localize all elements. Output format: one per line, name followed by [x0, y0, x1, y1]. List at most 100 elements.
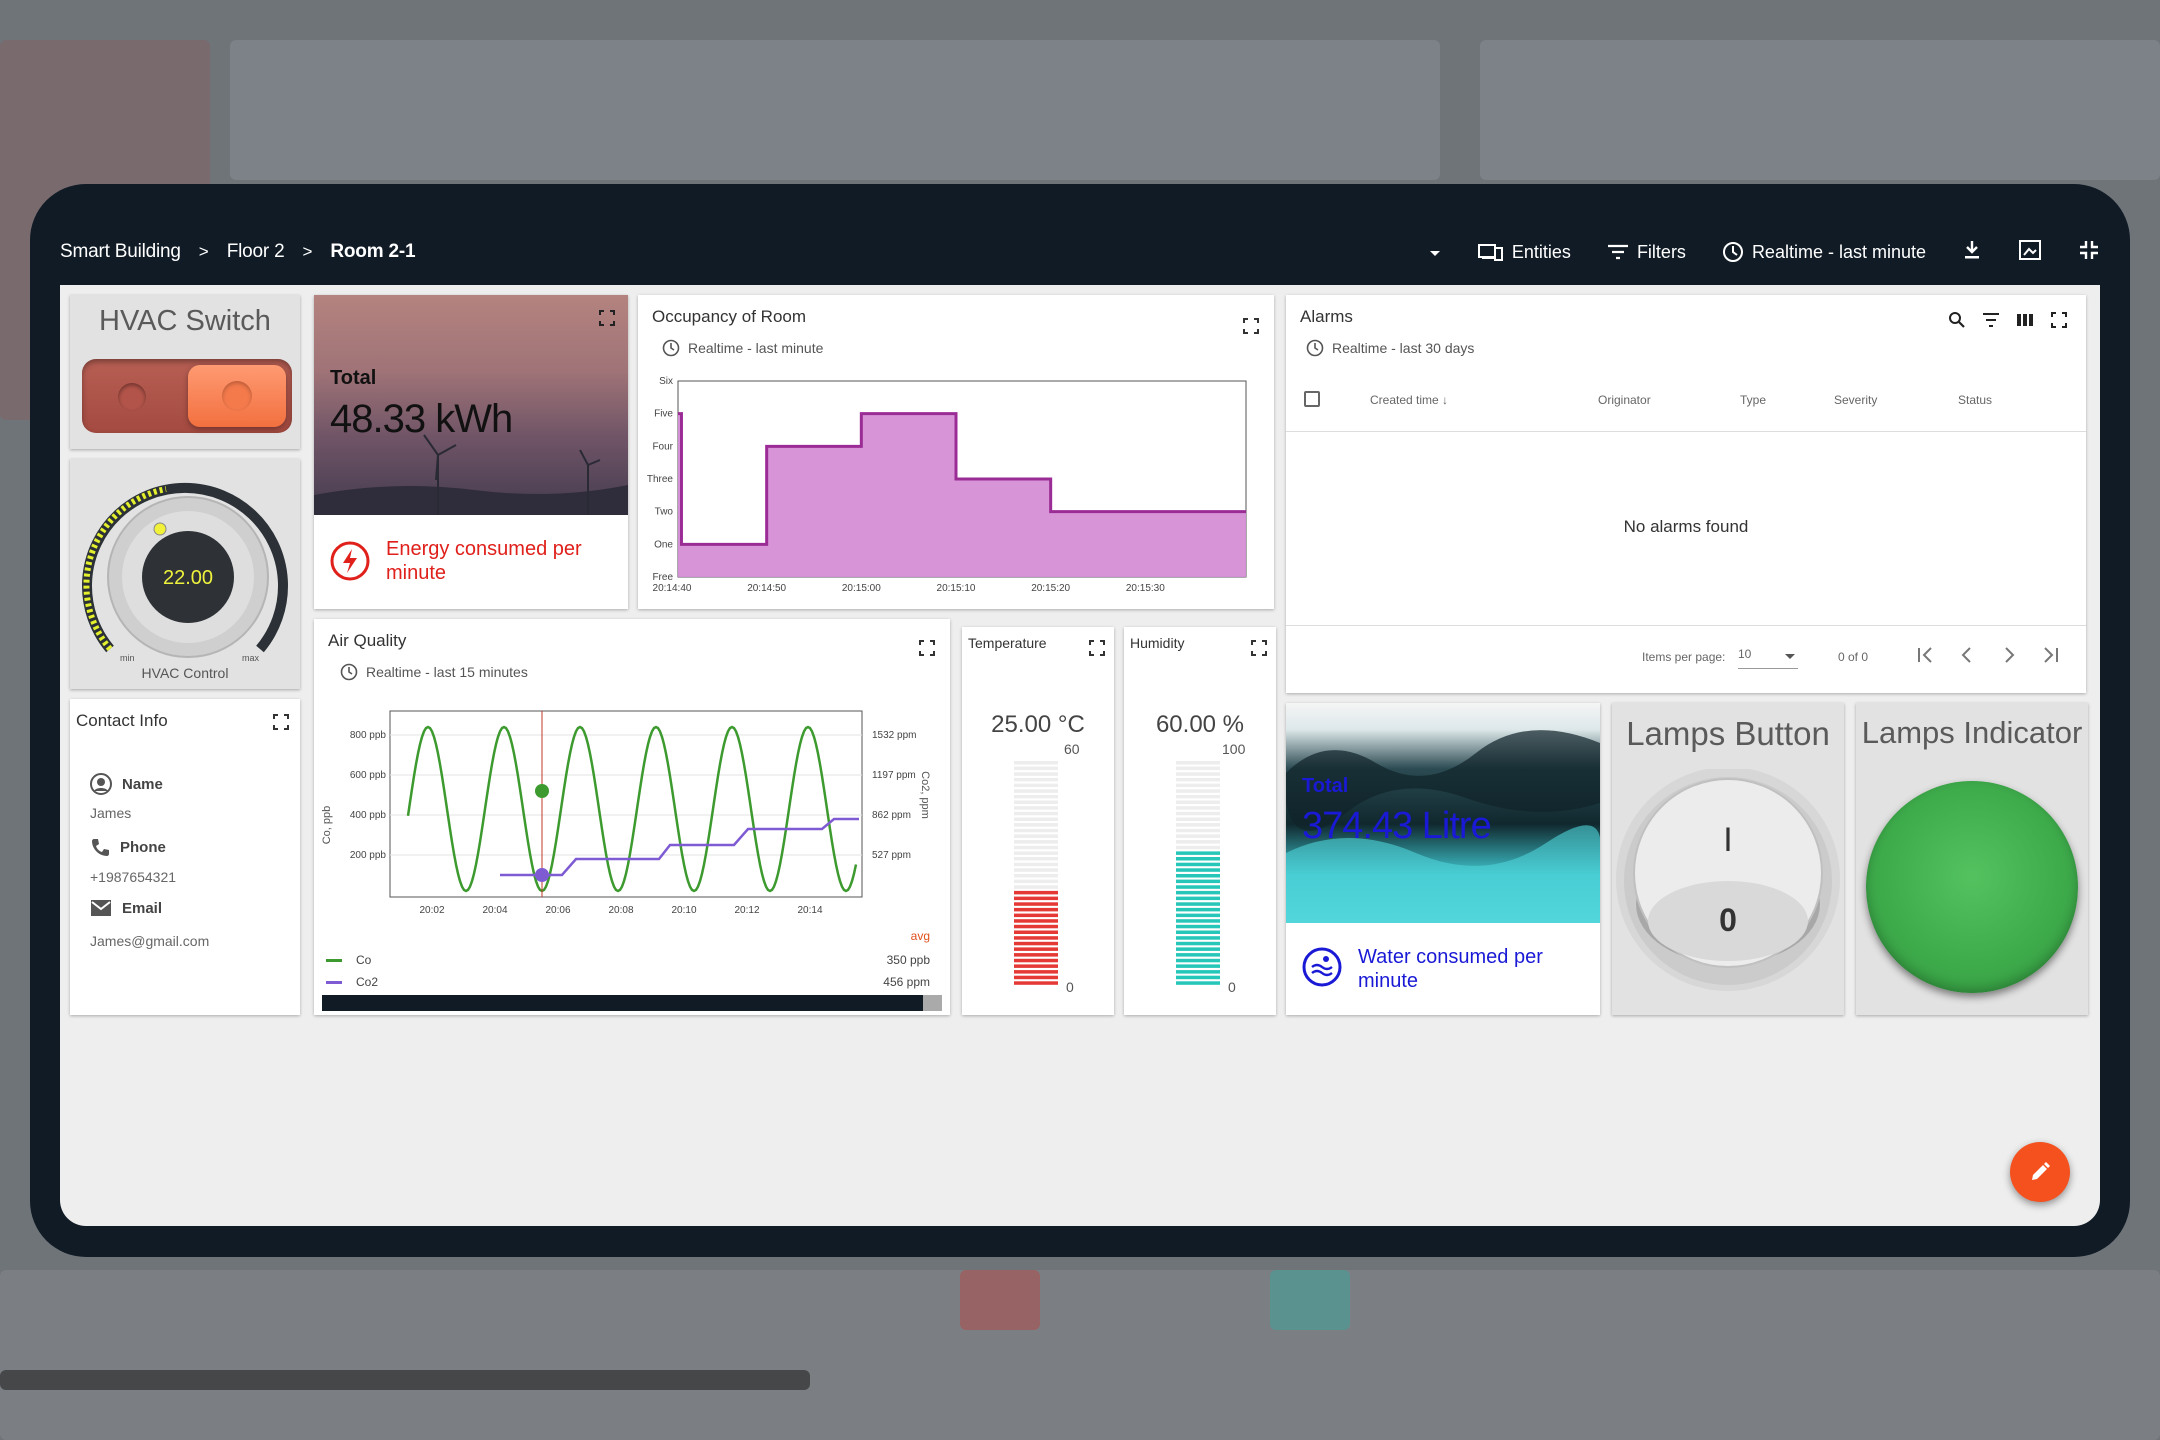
dashboard-frame: Smart Building > Floor 2 > Room 2-1 Enti… — [30, 184, 2130, 1257]
gauge-bar-filled — [1014, 958, 1058, 963]
phone-icon — [92, 839, 109, 856]
gauge-bar-empty — [1014, 783, 1058, 788]
y-tick-label: 400 ppb — [350, 810, 387, 821]
gauge-bar-empty — [1014, 834, 1058, 838]
column-created-time[interactable]: Created time ↓ — [1370, 393, 1448, 407]
avg-label: avg — [910, 929, 930, 943]
gauge-bar-empty — [1014, 823, 1058, 827]
exit-fullscreen-icon[interactable] — [2078, 239, 2100, 266]
lamps-button-title: Lamps Button — [1626, 715, 1830, 752]
gauge-bar-empty — [1014, 862, 1058, 867]
x-tick-label: 20:14:40 — [653, 583, 692, 594]
next-page-icon[interactable] — [2000, 645, 2018, 665]
edit-button[interactable] — [2010, 1142, 2070, 1202]
breadcrumb-floor[interactable]: Floor 2 — [227, 241, 285, 263]
breadcrumb-separator: > — [198, 242, 209, 261]
header-divider — [1286, 431, 2086, 432]
gauge-bar-empty — [1014, 806, 1058, 810]
legend-item-co[interactable]: Co 350 ppb — [326, 949, 930, 971]
gauge-bar-filled — [1014, 981, 1058, 985]
select-all-checkbox[interactable] — [1304, 391, 1320, 407]
y-tick-label: 200 ppb — [350, 850, 387, 861]
breadcrumb-smart-building[interactable]: Smart Building — [60, 241, 181, 263]
column-originator[interactable]: Originator — [1598, 393, 1651, 407]
gauge-bar-filled — [1176, 970, 1220, 974]
lamps-rocker-switch[interactable]: I 0 — [1612, 769, 1844, 1009]
dropdown-arrow-icon[interactable] — [1428, 242, 1442, 263]
export-image-icon[interactable] — [2018, 239, 2042, 266]
occupancy-timewindow: Realtime - last minute — [662, 339, 823, 357]
fullscreen-icon[interactable] — [2050, 311, 2068, 329]
clock-icon — [1306, 339, 1324, 357]
gauge-bar-filled — [1176, 924, 1220, 929]
filters-button[interactable]: Filters — [1607, 242, 1686, 263]
gauge-bar-filled — [1176, 885, 1220, 889]
scrollbar-thumb[interactable] — [322, 995, 924, 1011]
hvac-toggle-switch[interactable] — [82, 359, 292, 433]
gauge-bar-empty — [1176, 789, 1220, 793]
contact-info-title: Contact Info — [76, 711, 168, 730]
timeline-scrollbar[interactable] — [322, 995, 942, 1011]
fullscreen-icon[interactable] — [272, 713, 290, 731]
gauge-bar-empty — [1014, 772, 1058, 776]
entities-button[interactable]: Entities — [1477, 242, 1571, 263]
gauge-bar-empty — [1176, 811, 1220, 816]
energy-total-label: Total — [330, 367, 377, 389]
lamps-button-widget: Lamps Button I 0 — [1612, 703, 1844, 1015]
column-status[interactable]: Status — [1958, 393, 1992, 407]
gauge-bar-filled — [1176, 936, 1220, 940]
y2-tick-label: 527 ppm — [872, 850, 911, 861]
alarms-empty-text: No alarms found — [1623, 517, 1749, 536]
air-quality-chart: 200 ppb 400 ppb 600 ppb 800 ppb 527 ppm 862 p… — [321, 710, 931, 916]
hvac-knob[interactable]: 22.00 min max HVAC Control — [70, 459, 300, 689]
y2-axis-label: Co2, ppm — [919, 771, 931, 819]
gauge-bar-filled — [1176, 907, 1220, 912]
temperature-value: 25.00 °C — [991, 711, 1085, 738]
clock-icon — [662, 339, 680, 357]
last-page-icon[interactable] — [2042, 645, 2060, 665]
alarms-widget: Alarms Realtime - last 30 days Created t… — [1286, 295, 2086, 693]
gauge-bar-filled — [1176, 964, 1220, 968]
x-tick-label: 20:10 — [671, 905, 696, 916]
gauge-bar-empty — [1014, 828, 1058, 833]
email-label: Email — [122, 899, 163, 917]
legend-name: Co — [356, 953, 372, 967]
gauge-bar-filled — [1014, 924, 1058, 929]
x-tick-label: 20:15:30 — [1126, 583, 1165, 594]
fullscreen-icon[interactable] — [1242, 317, 1260, 335]
x-tick-label: 20:02 — [419, 905, 444, 916]
gauge-bar-filled — [1176, 981, 1220, 985]
contact-info-widget: Contact Info Name James Phone +198765432… — [70, 699, 300, 1015]
gauge-bar-empty — [1176, 772, 1220, 776]
humidity-max-label: 100 — [1222, 741, 1246, 757]
previous-page-icon[interactable] — [1958, 645, 1976, 665]
gauge-bar-filled — [1014, 953, 1058, 957]
column-severity[interactable]: Severity — [1834, 393, 1877, 407]
temperature-title: Temperature — [968, 635, 1047, 651]
search-icon[interactable] — [1948, 311, 1966, 329]
lightning-icon — [330, 541, 370, 581]
temperature-max-label: 60 — [1064, 741, 1080, 757]
columns-icon[interactable] — [2016, 311, 2034, 329]
y-tick-label: Three — [647, 474, 674, 485]
first-page-icon[interactable] — [1916, 645, 1934, 665]
items-per-page-select[interactable]: 10 — [1738, 647, 1798, 669]
filter-icon[interactable] — [1982, 311, 2000, 329]
fullscreen-icon[interactable] — [1250, 639, 1268, 657]
fullscreen-icon[interactable] — [598, 309, 616, 327]
x-tick-label: 20:12 — [734, 905, 759, 916]
timewindow-button[interactable]: Realtime - last minute — [1722, 241, 1926, 263]
fullscreen-icon[interactable] — [1088, 639, 1106, 657]
gauge-bar-empty — [1176, 783, 1220, 788]
devices-icon — [1477, 244, 1503, 261]
gauge-bar-filled — [1014, 902, 1058, 906]
download-icon[interactable] — [1962, 239, 1982, 266]
fullscreen-icon[interactable] — [918, 639, 936, 657]
column-created-time-label: Created time — [1370, 393, 1439, 407]
legend-item-co2[interactable]: Co2 456 ppm — [326, 971, 930, 993]
pencil-icon — [2032, 1162, 2050, 1180]
lamps-indicator-widget: Lamps Indicator — [1856, 703, 2088, 1015]
column-type[interactable]: Type — [1740, 393, 1766, 407]
gauge-bar-empty — [1014, 766, 1058, 771]
gauge-bar-empty — [1014, 845, 1058, 850]
